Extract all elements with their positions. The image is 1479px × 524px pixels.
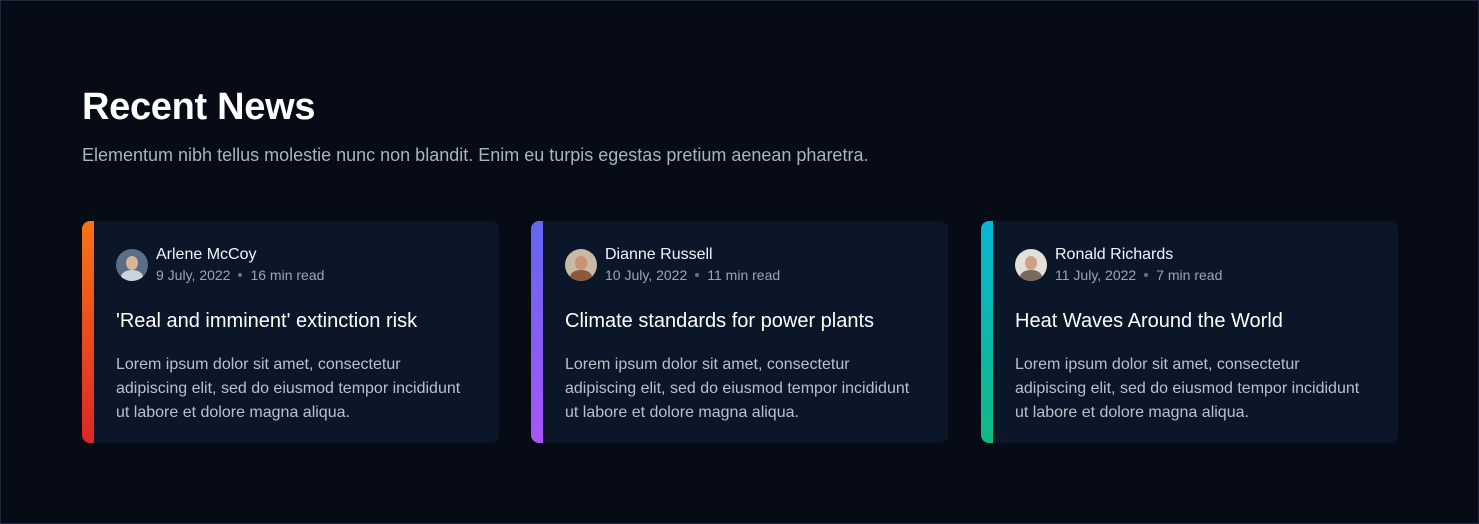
card-accent-bar: [531, 221, 543, 443]
avatar-face-icon: [126, 256, 138, 270]
avatar-body-icon: [1020, 270, 1042, 281]
card-accent-bar: [82, 221, 94, 443]
post-date: 9 July, 2022: [156, 267, 231, 283]
author-name[interactable]: Arlene McCoy: [156, 245, 324, 265]
card-content: Arlene McCoy 9 July, 2022 16 min read 'R…: [116, 245, 475, 425]
author-row: Ronald Richards 11 July, 2022 7 min read: [1015, 245, 1374, 285]
section-subtitle: Elementum nibh tellus molestie nunc non …: [82, 145, 869, 165]
card-title[interactable]: 'Real and imminent' extinction risk: [116, 307, 475, 335]
card-content: Ronald Richards 11 July, 2022 7 min read…: [1015, 245, 1374, 425]
post-date: 11 July, 2022: [1055, 267, 1137, 283]
recent-news-section: Recent News Elementum nibh tellus molest…: [82, 85, 1402, 443]
read-time: 11 min read: [707, 267, 781, 283]
avatar-face-icon: [575, 256, 587, 270]
avatar-body-icon: [121, 270, 143, 281]
post-meta: 10 July, 2022 11 min read: [605, 265, 780, 285]
card-excerpt: Lorem ipsum dolor sit amet, consectetur …: [116, 356, 461, 421]
card-title[interactable]: Heat Waves Around the World: [1015, 307, 1374, 335]
section-title: Recent News: [82, 86, 316, 128]
card-excerpt: Lorem ipsum dolor sit amet, consectetur …: [565, 356, 910, 421]
separator-dot-icon: [1144, 273, 1149, 277]
author-name[interactable]: Ronald Richards: [1055, 245, 1222, 265]
avatar[interactable]: [1015, 249, 1047, 281]
avatar[interactable]: [565, 249, 597, 281]
post-meta: 11 July, 2022 7 min read: [1055, 265, 1222, 285]
post-date: 10 July, 2022: [605, 267, 688, 283]
card-accent-bar: [981, 221, 993, 443]
news-card[interactable]: Dianne Russell 10 July, 2022 11 min read…: [531, 221, 948, 443]
card-excerpt: Lorem ipsum dolor sit amet, consectetur …: [1015, 356, 1360, 421]
news-card-list: Arlene McCoy 9 July, 2022 16 min read 'R…: [82, 221, 1402, 443]
author-name[interactable]: Dianne Russell: [605, 245, 780, 265]
read-time: 7 min read: [1156, 267, 1223, 283]
separator-dot-icon: [238, 273, 243, 277]
author-row: Dianne Russell 10 July, 2022 11 min read: [565, 245, 924, 285]
avatar-body-icon: [570, 270, 592, 281]
author-meta: Dianne Russell 10 July, 2022 11 min read: [605, 245, 780, 285]
separator-dot-icon: [695, 273, 700, 277]
author-meta: Arlene McCoy 9 July, 2022 16 min read: [156, 245, 324, 285]
card-title[interactable]: Climate standards for power plants: [565, 307, 924, 335]
card-content: Dianne Russell 10 July, 2022 11 min read…: [565, 245, 924, 425]
author-meta: Ronald Richards 11 July, 2022 7 min read: [1055, 245, 1222, 285]
avatar-face-icon: [1025, 256, 1037, 270]
author-row: Arlene McCoy 9 July, 2022 16 min read: [116, 245, 475, 285]
news-card[interactable]: Arlene McCoy 9 July, 2022 16 min read 'R…: [82, 221, 499, 443]
news-card[interactable]: Ronald Richards 11 July, 2022 7 min read…: [981, 221, 1398, 443]
read-time: 16 min read: [250, 267, 325, 283]
post-meta: 9 July, 2022 16 min read: [156, 265, 324, 285]
avatar[interactable]: [116, 249, 148, 281]
